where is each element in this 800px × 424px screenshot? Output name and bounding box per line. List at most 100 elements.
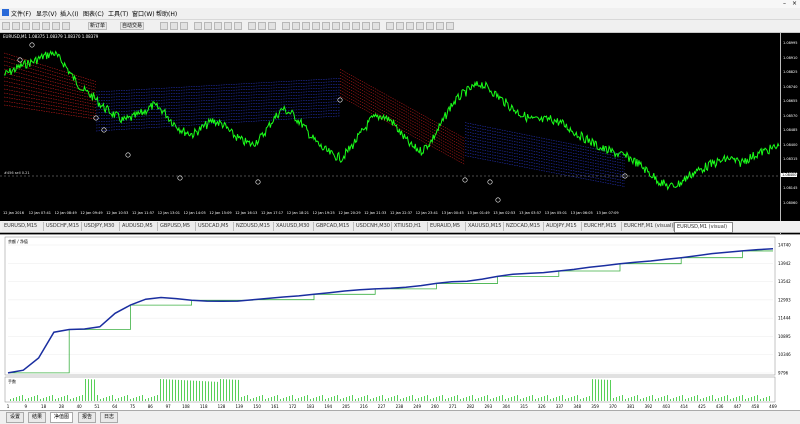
time-axis: 12 Jan 2016 12 Jan 07:41 12 Jan 08:49 12 Ja… — [0, 210, 780, 219]
tester-tab[interactable]: 结果 — [28, 412, 47, 423]
menu-charts[interactable]: 图表(C) — [83, 9, 104, 18]
symbol-tab[interactable]: USDJPY,M30 — [82, 222, 120, 231]
trade-marker-icon[interactable] — [177, 175, 183, 181]
volume-bar — [625, 399, 626, 401]
volume-bar — [610, 380, 611, 401]
arrows-icon[interactable] — [372, 22, 380, 30]
label-icon[interactable] — [362, 22, 370, 30]
m1-period-button[interactable] — [386, 22, 394, 30]
volume-bar — [556, 397, 557, 401]
symbol-tab[interactable]: XTIUSD,H1 — [392, 222, 428, 231]
volume-bar — [712, 395, 713, 401]
menu-window[interactable]: 窗口(W) — [132, 9, 155, 18]
menu-insert[interactable]: 插入(I) — [60, 9, 78, 18]
symbol-tab[interactable]: USDCAD,M5 — [196, 222, 234, 231]
new-order-button[interactable]: 新订单 — [88, 22, 108, 30]
m30-period-button[interactable] — [416, 22, 424, 30]
volume-bar — [325, 399, 326, 401]
volume-bar — [364, 396, 365, 401]
crosshair-icon[interactable] — [292, 22, 300, 30]
vertical-line-icon[interactable] — [302, 22, 310, 30]
bar-chart-icon[interactable] — [160, 22, 168, 30]
trendline-icon[interactable] — [322, 22, 330, 30]
volume-bar — [766, 397, 767, 401]
symbol-tab[interactable]: EURUSD,M1 (visual) — [674, 222, 733, 233]
candle-chart-icon[interactable] — [170, 22, 178, 30]
m15-period-button[interactable] — [406, 22, 414, 30]
fan-line — [464, 131, 626, 164]
trade-marker-icon[interactable] — [101, 127, 107, 133]
cursor-icon[interactable] — [282, 22, 290, 30]
volume-bar — [340, 399, 341, 401]
symbol-tab[interactable]: AUDJPY,M15 — [544, 222, 582, 231]
trade-marker-icon[interactable] — [495, 197, 501, 203]
trade-marker-icon[interactable] — [462, 177, 468, 183]
symbol-tab[interactable]: NZDUSD,M15 — [234, 222, 274, 231]
h4-period-button[interactable] — [436, 22, 444, 30]
d1-period-button[interactable] — [446, 22, 454, 30]
trade-marker-icon[interactable] — [337, 97, 343, 103]
line-chart-icon[interactable] — [180, 22, 188, 30]
volume-bar — [658, 398, 659, 401]
text-icon[interactable] — [352, 22, 360, 30]
tester-icon[interactable] — [62, 22, 70, 30]
symbol-tab[interactable]: XAUUSD,M15 — [466, 222, 504, 231]
tile-windows-icon[interactable] — [214, 22, 222, 30]
trade-marker-icon[interactable] — [17, 57, 23, 63]
symbol-tab[interactable]: EURCHF,M1 (visual) — [622, 222, 674, 231]
symbol-tab[interactable]: GBPCAD,M15 — [314, 222, 354, 231]
symbol-tab[interactable]: EURCHF,M15 — [582, 222, 622, 231]
autoscroll-icon[interactable] — [224, 22, 232, 30]
price-plot[interactable] — [0, 33, 780, 211]
data-window-icon[interactable] — [32, 22, 40, 30]
symbol-tab[interactable]: USDCNH,M30 — [354, 222, 392, 231]
zoom-out-icon[interactable] — [204, 22, 212, 30]
symbol-tab[interactable]: GBPUSD,M5 — [158, 222, 196, 231]
tester-tab[interactable]: 设置 — [6, 412, 25, 423]
menu-file[interactable]: 文件(F) — [11, 9, 31, 18]
minimize-icon[interactable]: – — [783, 0, 786, 7]
volume-bar — [385, 399, 386, 401]
volume-bar — [589, 396, 590, 401]
navigator-icon[interactable] — [42, 22, 50, 30]
trade-marker-icon[interactable] — [29, 42, 35, 48]
zoom-in-icon[interactable] — [194, 22, 202, 30]
templates-icon[interactable] — [268, 22, 276, 30]
symbol-tab[interactable]: AUDUSD,M5 — [120, 222, 158, 231]
equidistant-channel-icon[interactable] — [332, 22, 340, 30]
indicators-icon[interactable] — [248, 22, 256, 30]
tester-tab[interactable]: 日志 — [100, 412, 119, 423]
m5-period-button[interactable] — [396, 22, 404, 30]
menu-tools[interactable]: 工具(T) — [108, 9, 128, 18]
tester-tab[interactable]: 报告 — [78, 412, 97, 423]
h1-period-button[interactable] — [426, 22, 434, 30]
trade-marker-icon[interactable] — [93, 115, 99, 121]
trade-marker-icon[interactable] — [487, 179, 493, 185]
periods-icon[interactable] — [258, 22, 266, 30]
volume-bar — [40, 399, 41, 401]
symbol-tab[interactable]: EURAUD,M5 — [428, 222, 466, 231]
close-icon[interactable]: × — [792, 0, 797, 7]
tester-x-tick-label: 436 — [716, 404, 724, 409]
symbol-tab[interactable]: XAUUSD,M30 — [274, 222, 314, 231]
new-chart-icon[interactable] — [2, 22, 10, 30]
tester-x-tick-label: 51 — [94, 404, 100, 409]
menu-view[interactable]: 显示(V) — [36, 9, 57, 18]
auto-trading-button[interactable]: 自动交易 — [120, 22, 145, 30]
tester-tab[interactable]: 净值图 — [50, 412, 74, 423]
horizontal-line-icon[interactable] — [312, 22, 320, 30]
chart-shift-icon[interactable] — [234, 22, 242, 30]
trade-marker-icon[interactable] — [125, 152, 131, 158]
price-tick-label: 1.08315 — [783, 157, 798, 161]
symbol-tab[interactable]: EURUSD,M15 — [2, 222, 44, 231]
menu-help[interactable]: 帮助(H) — [156, 9, 177, 18]
time-tick-label: 12 Jan 23:41 — [415, 211, 438, 215]
symbol-tab[interactable]: USDCHF,M15 — [44, 222, 82, 231]
symbol-tab[interactable]: NZDCAD,M15 — [504, 222, 544, 231]
terminal-icon[interactable] — [52, 22, 60, 30]
fibonacci-icon[interactable] — [342, 22, 350, 30]
profiles-icon[interactable] — [12, 22, 20, 30]
volume-bar — [370, 399, 371, 401]
trade-marker-icon[interactable] — [255, 179, 261, 185]
market-watch-icon[interactable] — [22, 22, 30, 30]
